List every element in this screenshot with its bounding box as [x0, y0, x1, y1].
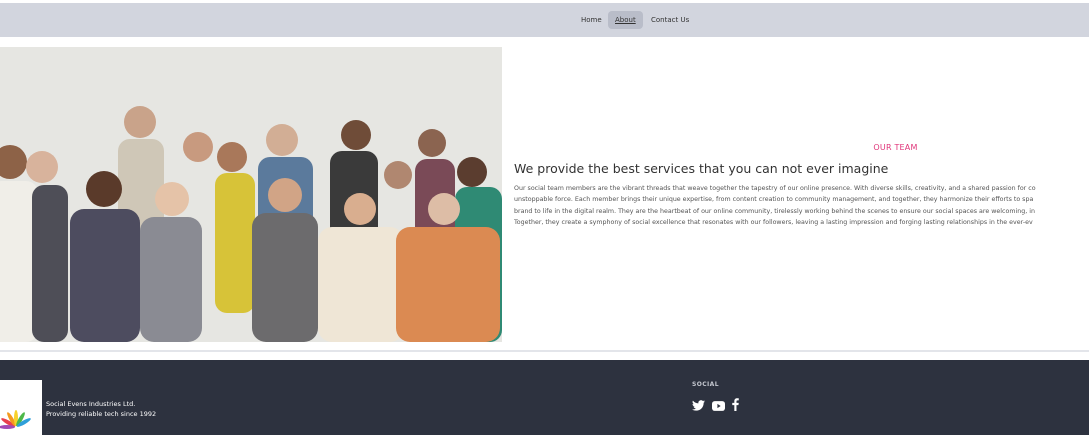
twitter-icon[interactable] [692, 396, 705, 415]
section-heading: We provide the best services that you ca… [514, 161, 889, 176]
section-paragraph: Our social team members are the vibrant … [514, 183, 1089, 228]
footer: Social Evens Industries Ltd. Providing r… [0, 360, 1089, 435]
nav-about-link[interactable]: About [608, 11, 643, 29]
team-section: OUR TEAM We provide the best services th… [502, 47, 1089, 342]
paragraph-line: unstoppable force. Each member brings th… [514, 196, 1034, 204]
company-name: Social Evens Industries Ltd. [46, 400, 136, 408]
nav-contact-link[interactable]: Contact Us [644, 11, 696, 29]
company-info: Social Evens Industries Ltd. Providing r… [46, 399, 156, 419]
footer-divider [0, 350, 1089, 352]
company-logo [0, 380, 42, 435]
logo-icon [0, 410, 31, 429]
social-title: SOCIAL [692, 381, 719, 388]
team-photo-illustration [0, 47, 502, 342]
navbar: Home About Contact Us [0, 3, 1089, 37]
company-tagline: Providing reliable tech since 1992 [46, 410, 157, 418]
paragraph-line: Together, they create a symphony of soci… [514, 218, 1033, 226]
team-photo [0, 47, 502, 342]
youtube-icon[interactable] [712, 396, 725, 415]
social-links [692, 396, 739, 415]
section-eyebrow: OUR TEAM [873, 143, 918, 152]
paragraph-line: brand to life in the digital realm. They… [514, 207, 1035, 215]
nav-home-link[interactable]: Home [574, 11, 609, 29]
facebook-icon[interactable] [732, 396, 739, 415]
paragraph-line: Our social team members are the vibrant … [514, 185, 1036, 192]
